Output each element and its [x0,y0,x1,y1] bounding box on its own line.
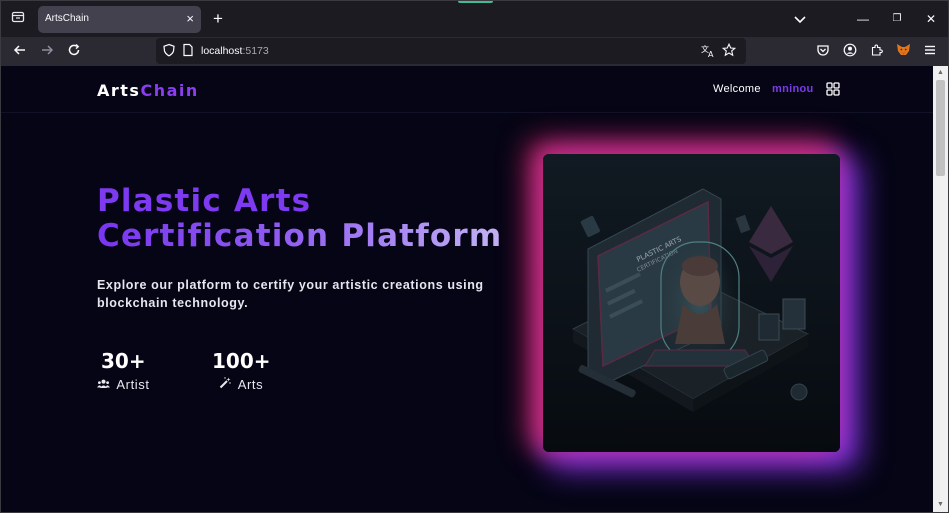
scroll-up-icon[interactable]: ▲ [936,68,945,77]
restore-button[interactable]: ❐ [888,10,906,28]
chevron-down-icon[interactable] [792,11,808,27]
page-icon[interactable] [182,43,194,62]
pocket-icon[interactable] [814,43,832,61]
new-tab-button[interactable]: + [209,8,227,30]
magic-wand-icon [219,377,234,392]
welcome-text: Welcome [713,83,761,95]
arrow-left-icon[interactable] [11,43,29,61]
account-icon[interactable] [841,43,859,61]
stat-label: Artist [97,377,150,392]
hero-title-line1: Plastic Arts [97,183,312,219]
tab-title: ArtsChain [45,13,89,24]
translate-icon[interactable]: 文A [701,43,716,63]
browser-tab[interactable]: ArtsChain × [38,6,201,33]
puzzle-icon[interactable] [868,43,886,61]
stat-label: Arts [212,377,271,392]
grid-menu-icon[interactable] [826,82,840,96]
hero-description: Explore our platform to certify your art… [97,278,484,310]
url-text: localhost:5173 [201,45,269,57]
stat-artists: 30+ Artist [97,349,150,392]
site-header: ArtsChain Welcome mninou [1,66,933,113]
arrow-right-icon[interactable] [38,43,56,61]
indicator-bar [458,1,493,3]
username-link[interactable]: mninou [772,83,814,95]
tab-list-icon[interactable] [9,10,27,28]
site-logo[interactable]: ArtsChain [97,81,199,100]
hero-artwork-image: PLASTIC ARTS CERTIFICATION [543,154,840,452]
stat-arts: 100+ Arts [212,349,271,392]
scroll-thumb[interactable] [936,80,945,176]
stat-value: 100+ [212,349,271,373]
shield-icon[interactable] [162,43,176,62]
navigation-toolbar: localhost:5173 文A [1,37,948,66]
reload-icon[interactable] [65,43,83,61]
scroll-down-icon[interactable]: ▼ [936,500,945,509]
close-window-button[interactable]: ✕ [922,10,940,28]
fox-icon[interactable] [894,43,912,61]
stat-value: 30+ [101,349,146,373]
tab-strip: ArtsChain × + — ❐ ✕ [1,1,948,37]
minimize-button[interactable]: — [854,10,872,28]
svg-text:A: A [708,50,714,58]
users-icon [97,379,113,392]
hero-title: Plastic Arts Certification Platform [97,184,502,254]
star-icon[interactable] [721,42,737,62]
hamburger-icon[interactable] [921,43,939,61]
url-bar[interactable]: localhost:5173 文A [156,38,746,64]
vertical-scrollbar[interactable]: ▲ ▼ [933,66,948,512]
close-tab-icon[interactable]: × [186,11,194,27]
page-viewport: ArtsChain Welcome mninou Plastic Arts Ce… [1,66,933,512]
hero-title-line2: Certification Platform [97,218,503,254]
browser-window: ArtsChain × + — ❐ ✕ localhost:5173 文 A A… [0,0,949,513]
